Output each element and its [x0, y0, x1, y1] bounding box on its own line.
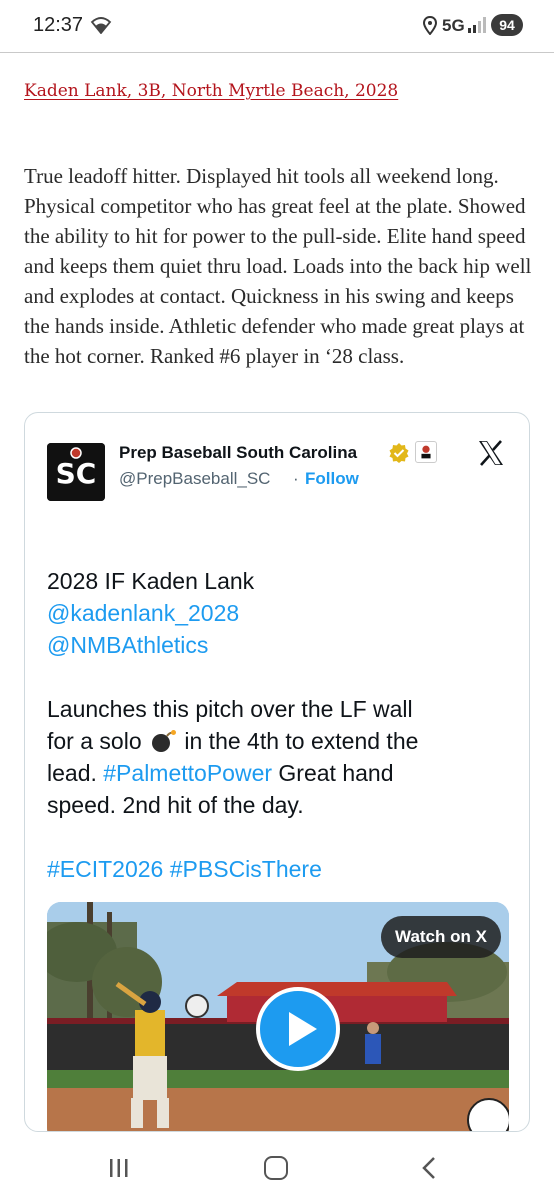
mention-link[interactable]: @kadenlank_2028: [47, 597, 517, 629]
scouting-report-text: True leadoff hitter. Displayed hit tools…: [24, 164, 532, 368]
network-type: 5G: [442, 16, 465, 35]
system-nav-bar: [0, 1132, 554, 1200]
embedded-post[interactable]: SC Prep Baseball South Carolina @PrepBas…: [24, 412, 530, 1132]
location-icon: [423, 16, 437, 35]
x-logo-icon[interactable]: [477, 439, 505, 467]
back-icon[interactable]: [420, 1156, 438, 1180]
post-line: for a solo in the 4th to extend the: [47, 725, 517, 757]
play-icon[interactable]: [255, 986, 341, 1072]
account-handle[interactable]: @PrepBaseball_SC: [119, 469, 270, 489]
signal-icon: [468, 17, 486, 33]
post-line: lead. #PalmettoPower Great hand: [47, 757, 517, 789]
svg-text:SC: SC: [56, 457, 97, 490]
status-time: 12:37: [33, 14, 84, 36]
post-text-fragment: Great hand: [278, 760, 394, 786]
post-line: speed. 2nd hit of the day.: [47, 792, 304, 818]
post-text-fragment: for a solo: [47, 728, 142, 754]
hashtag-line: #ECIT2026 #PBSCisThere: [47, 853, 517, 885]
mention-link[interactable]: @NMBAthletics: [47, 629, 517, 661]
battery-icon: 94: [491, 14, 523, 36]
watermark-logo: [467, 1098, 509, 1131]
home-icon[interactable]: [264, 1156, 288, 1180]
post-line: Launches this pitch over the LF wall: [47, 696, 413, 722]
affiliation-badge-icon: [415, 441, 437, 463]
video-player[interactable]: Watch on X: [47, 902, 509, 1131]
watch-on-x-button[interactable]: Watch on X: [381, 916, 501, 958]
status-bar: 12:37 5G 94: [0, 0, 554, 52]
account-avatar[interactable]: SC: [47, 443, 105, 501]
wifi-icon: [90, 17, 112, 34]
post-line-title: 2028 IF Kaden Lank: [47, 568, 255, 594]
post-text-fragment: in the 4th to extend the: [184, 728, 419, 754]
handle-separator: ·: [293, 469, 299, 488]
recents-icon[interactable]: [108, 1158, 130, 1178]
follow-button[interactable]: Follow: [305, 469, 359, 489]
verified-badge-icon: [389, 443, 409, 463]
hashtag-link[interactable]: #ECIT2026: [47, 856, 163, 882]
player-name-link[interactable]: Kaden Lank, 3B, North Myrtle Beach, 2028: [24, 81, 398, 101]
hashtag-link[interactable]: #PBSCisThere: [170, 856, 322, 882]
post-text-fragment: lead.: [47, 760, 97, 786]
post-text: 2028 IF Kaden Lank @kadenlank_2028 @NMBA…: [47, 565, 517, 885]
hashtag-link[interactable]: #PalmettoPower: [103, 760, 272, 786]
bomb-emoji-icon: [152, 730, 176, 752]
account-display-name[interactable]: Prep Baseball South Carolina: [119, 443, 357, 463]
